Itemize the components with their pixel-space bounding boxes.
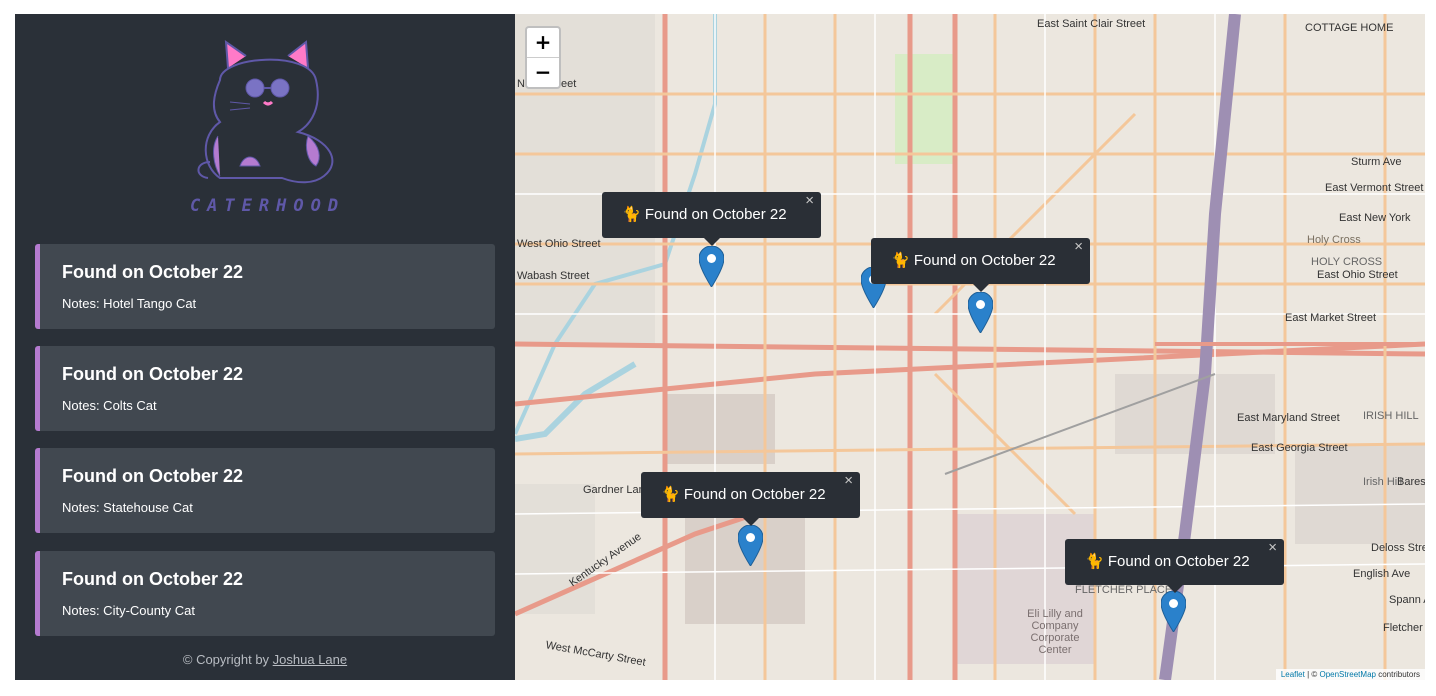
popup-close-button[interactable]: × — [805, 178, 814, 224]
attribution-separator: | © — [1304, 670, 1320, 679]
map-label: Fletcher A — [1383, 622, 1425, 634]
popup-close-button[interactable]: × — [1074, 224, 1083, 270]
attribution-suffix: contributors — [1375, 670, 1420, 679]
map-label: Bares — [1397, 476, 1425, 488]
map-label: HOLY CROSS — [1311, 256, 1383, 268]
map-label: Deloss Stre — [1371, 542, 1425, 554]
popup-tip — [971, 283, 990, 292]
map-marker-icon[interactable] — [699, 246, 724, 287]
cat-card-title: Found on October 22 — [62, 262, 244, 282]
map-marker-icon[interactable] — [738, 525, 763, 566]
map-label: IRISH HILL — [1363, 410, 1419, 422]
map-label: Wabash Street — [517, 270, 590, 282]
brand-name: CATERHOOD — [189, 196, 346, 216]
popup-close-button[interactable]: × — [1268, 525, 1277, 571]
map-label: East Georgia Street — [1251, 442, 1348, 454]
author-link[interactable]: Joshua Lane — [273, 652, 347, 667]
map-label: FLETCHER PLACE — [1075, 584, 1173, 596]
cat-card-title: Found on October 22 — [62, 364, 244, 384]
cat-logo-icon — [197, 39, 334, 184]
popup-label: 🐈 Found on October 22 — [622, 206, 787, 223]
cat-card-title: Found on October 22 — [62, 466, 244, 486]
cat-card-notes: Notes: Hotel Tango Cat — [62, 296, 197, 311]
app: CATERHOOD Found on October 22 Notes: Hot… — [15, 14, 1425, 680]
marker-popup: 🐈 Found on October 22 × — [641, 472, 860, 526]
zoom-control: + − — [525, 26, 561, 89]
map-label: East Market Street — [1285, 312, 1377, 324]
map[interactable]: East Saint Clair Street COTTAGE HOME Nor… — [515, 14, 1425, 680]
map-label: Eli Lilly and Company Corporate Center — [1027, 608, 1083, 656]
osm-link[interactable]: OpenStreetMap — [1319, 670, 1375, 679]
map-label: West Ohio Street — [517, 238, 601, 250]
marker-popup: 🐈 Found on October 22 × — [1065, 539, 1284, 593]
cat-card-notes: Notes: Statehouse Cat — [62, 500, 193, 515]
cat-card-notes: Notes: City-County Cat — [62, 603, 195, 618]
map-label: English Ave — [1353, 568, 1411, 580]
map-label: Sturm Ave — [1351, 156, 1402, 168]
sidebar: CATERHOOD Found on October 22 Notes: Hot… — [15, 14, 515, 680]
popup-tip — [702, 237, 721, 246]
caterhood-logo: CATERHOOD — [180, 36, 355, 216]
copyright-text: © Copyright by — [182, 652, 270, 667]
marker-popup: 🐈 Found on October 22 × — [602, 192, 821, 246]
popup-label: 🐈 Found on October 22 — [1085, 553, 1250, 570]
zoom-in-button[interactable]: + — [527, 28, 559, 57]
map-label: East Ohio Street — [1317, 269, 1398, 281]
cat-card-title: Found on October 22 — [62, 569, 244, 589]
marker-popup: 🐈 Found on October 22 × — [871, 238, 1090, 292]
cat-card[interactable]: Found on October 22 Notes: City-County C… — [35, 551, 495, 636]
map-marker-icon[interactable] — [968, 292, 993, 333]
map-label: East New York — [1339, 212, 1411, 224]
cat-card[interactable]: Found on October 22 Notes: Colts Cat — [35, 346, 495, 431]
cat-card[interactable]: Found on October 22 Notes: Statehouse Ca… — [35, 448, 495, 533]
popup-label: 🐈 Found on October 22 — [661, 486, 826, 503]
map-label: East Maryland Street — [1237, 412, 1340, 424]
cat-card[interactable]: Found on October 22 Notes: Hotel Tango C… — [35, 244, 495, 329]
map-label: East Saint Clair Street — [1037, 18, 1146, 30]
map-tiles — [515, 14, 1425, 680]
map-attribution: Leaflet | © OpenStreetMap contributors — [1275, 669, 1425, 680]
map-label: COTTAGE HOME — [1305, 22, 1394, 34]
popup-tip — [1165, 584, 1184, 593]
cat-card-notes: Notes: Colts Cat — [62, 398, 157, 413]
leaflet-link[interactable]: Leaflet — [1281, 670, 1305, 679]
footer: © Copyright by Joshua Lane — [15, 652, 515, 667]
map-label: Holy Cross — [1307, 234, 1361, 246]
zoom-out-button[interactable]: − — [527, 57, 559, 87]
popup-close-button[interactable]: × — [844, 458, 853, 504]
popup-tip — [741, 517, 760, 526]
map-marker-icon[interactable] — [1161, 591, 1186, 632]
map-label: Spann A — [1389, 594, 1425, 606]
map-label: East Vermont Street — [1325, 182, 1424, 194]
popup-label: 🐈 Found on October 22 — [891, 252, 1056, 269]
